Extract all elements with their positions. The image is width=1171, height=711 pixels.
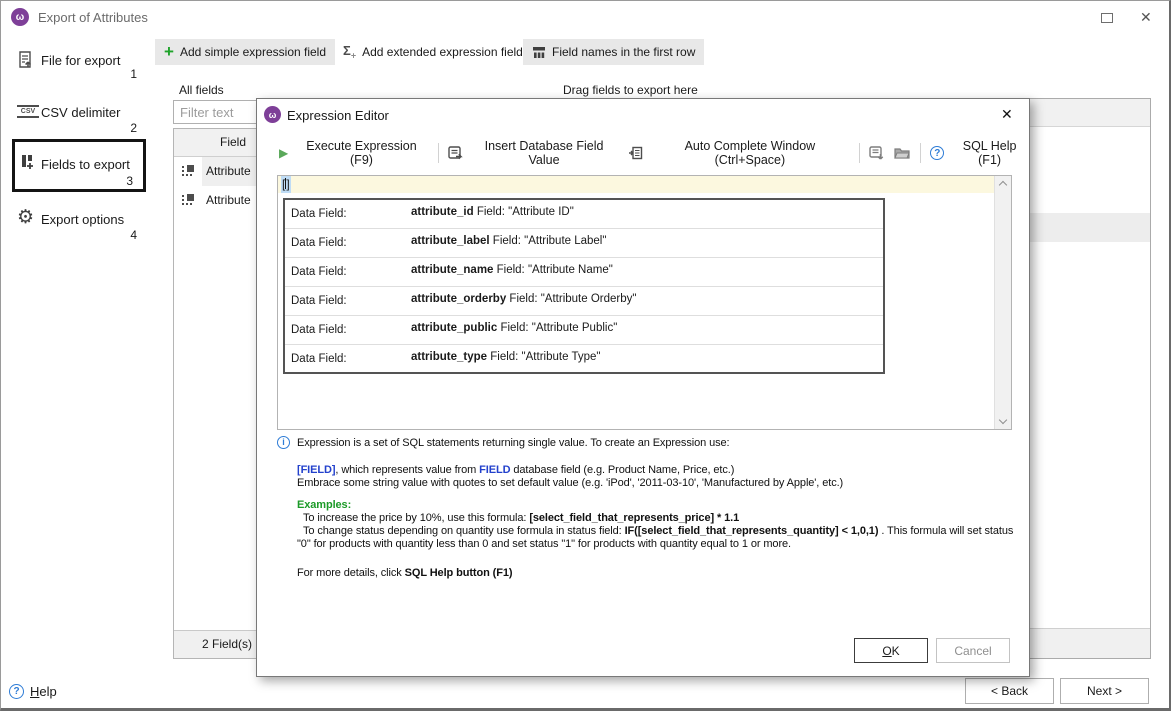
autocomplete-item-attribute-orderby[interactable]: Data Field: attribute_orderby Field: "At… bbox=[285, 287, 883, 316]
play-icon: ▶ bbox=[279, 146, 288, 160]
insert-label: Insert Database Field Value bbox=[469, 139, 620, 167]
sql-help-label: SQL Help (F1) bbox=[950, 139, 1029, 167]
back-button[interactable]: < Back bbox=[965, 678, 1054, 704]
sidebar-item-export-options[interactable]: Export options bbox=[41, 212, 124, 227]
dialog-logo-icon: ω bbox=[264, 106, 281, 123]
scroll-up-icon[interactable] bbox=[999, 181, 1007, 189]
save-down-icon bbox=[869, 146, 885, 161]
item-value: attribute_id Field: "Attribute ID" bbox=[411, 206, 574, 218]
item-kind: Data Field: bbox=[291, 237, 347, 249]
export-of-attributes-window: ω Export of Attributes ✕ File for export… bbox=[0, 0, 1171, 711]
next-button[interactable]: Next > bbox=[1060, 678, 1149, 704]
auto-complete-window-button[interactable]: Auto Complete Window (Ctrl+Space) bbox=[628, 139, 850, 167]
help-question-icon: ? bbox=[9, 684, 24, 699]
csv-icon: CSV bbox=[17, 105, 39, 118]
autocomplete-item-attribute-id[interactable]: Data Field: attribute_id Field: "Attribu… bbox=[285, 200, 883, 229]
sidebar-item-file-for-export[interactable]: File for export bbox=[41, 53, 120, 68]
table-first-row-icon bbox=[532, 46, 546, 59]
toolbar-separator bbox=[859, 143, 860, 163]
item-value: attribute_name Field: "Attribute Name" bbox=[411, 264, 613, 276]
help-label: Help bbox=[30, 684, 57, 699]
sidebar-item-fields-to-export[interactable]: Fields to export bbox=[41, 157, 130, 172]
field-names-label: Field names in the first row bbox=[552, 45, 695, 59]
example-1-line: To increase the price by 10%, use this f… bbox=[297, 512, 1021, 525]
add-simple-expression-field-button[interactable]: + Add simple expression field bbox=[155, 39, 335, 65]
step-number-4: 4 bbox=[117, 228, 137, 242]
execute-expression-button[interactable]: ▶ Execute Expression (F9) bbox=[279, 139, 429, 167]
folder-open-icon bbox=[894, 146, 911, 160]
title-bar: ω Export of Attributes ✕ bbox=[1, 1, 1169, 33]
autocomplete-item-attribute-label[interactable]: Data Field: attribute_label Field: "Attr… bbox=[285, 229, 883, 258]
editor-expression-text: [] bbox=[281, 176, 291, 193]
info-icon: i bbox=[277, 436, 290, 449]
item-value: attribute_label Field: "Attribute Label" bbox=[411, 235, 606, 247]
step-number-3: 3 bbox=[113, 174, 133, 188]
gear-icon: ⚙ bbox=[17, 208, 34, 227]
item-value: attribute_type Field: "Attribute Type" bbox=[411, 351, 600, 363]
dialog-close-icon[interactable]: ✕ bbox=[1001, 106, 1013, 123]
help-link[interactable]: ? Help bbox=[9, 684, 57, 699]
auto-complete-label: Auto Complete Window (Ctrl+Space) bbox=[649, 139, 850, 167]
dialog-title: Expression Editor bbox=[287, 108, 389, 123]
item-kind: Data Field: bbox=[291, 266, 347, 278]
window-close-icon[interactable]: ✕ bbox=[1140, 9, 1152, 26]
add-extended-expression-field-button[interactable]: Σ+ Add extended expression field bbox=[334, 39, 532, 65]
autocomplete-dropdown: Data Field: attribute_id Field: "Attribu… bbox=[283, 198, 885, 374]
fields-to-export-icon bbox=[20, 154, 36, 170]
item-value: attribute_public Field: "Attribute Publi… bbox=[411, 322, 617, 334]
insert-database-field-value-button[interactable]: Insert Database Field Value bbox=[448, 139, 620, 167]
app-logo-glyph: ω bbox=[16, 12, 24, 23]
add-extended-label: Add extended expression field bbox=[362, 45, 523, 59]
cancel-button[interactable]: Cancel bbox=[936, 638, 1010, 663]
editor-vertical-scrollbar[interactable] bbox=[994, 176, 1011, 429]
expression-help-text: i Expression is a set of SQL statements … bbox=[297, 437, 1021, 580]
insert-field-icon bbox=[448, 146, 463, 160]
data-field-icon bbox=[181, 164, 195, 178]
step-number-2: 2 bbox=[117, 121, 137, 135]
ok-button[interactable]: OK bbox=[854, 638, 928, 663]
file-export-icon bbox=[18, 51, 35, 69]
sidebar-item-csv-delimiter[interactable]: CSV delimiter bbox=[41, 105, 120, 120]
sql-help-question-icon: ? bbox=[930, 146, 944, 160]
field-row-label: Attribute bbox=[206, 193, 251, 207]
item-kind: Data Field: bbox=[291, 353, 347, 365]
all-fields-label: All fields bbox=[179, 83, 224, 97]
scroll-down-icon[interactable] bbox=[999, 416, 1007, 424]
sigma-plus-icon: Σ+ bbox=[343, 43, 356, 60]
info-quotes-line: Embrace some string value with quotes to… bbox=[297, 477, 1021, 490]
item-kind: Data Field: bbox=[291, 324, 347, 336]
examples-heading: Examples: bbox=[297, 499, 1021, 512]
maximize-button[interactable] bbox=[1101, 13, 1113, 23]
item-kind: Data Field: bbox=[291, 295, 347, 307]
execute-label: Execute Expression (F9) bbox=[294, 139, 429, 167]
info-intro-line: i Expression is a set of SQL statements … bbox=[297, 437, 1021, 450]
auto-complete-icon bbox=[628, 146, 643, 160]
autocomplete-item-attribute-type[interactable]: Data Field: attribute_type Field: "Attri… bbox=[285, 345, 883, 374]
field-names-first-row-toggle[interactable]: Field names in the first row bbox=[523, 39, 704, 65]
expression-editor-dialog: ω Expression Editor ✕ ▶ Execute Expressi… bbox=[256, 98, 1030, 677]
app-logo-icon: ω bbox=[11, 8, 29, 26]
toolbar-separator bbox=[438, 143, 439, 163]
data-field-icon bbox=[181, 193, 195, 207]
step-number-1: 1 bbox=[117, 67, 137, 81]
plus-icon: + bbox=[164, 44, 174, 60]
toolbar-separator bbox=[920, 143, 921, 163]
save-expression-icon-button[interactable] bbox=[869, 146, 885, 161]
window-title: Export of Attributes bbox=[38, 10, 148, 25]
sql-help-button[interactable]: ? SQL Help (F1) bbox=[930, 139, 1029, 167]
autocomplete-item-attribute-name[interactable]: Data Field: attribute_name Field: "Attri… bbox=[285, 258, 883, 287]
open-expression-icon-button[interactable] bbox=[894, 146, 911, 160]
dialog-toolbar: ▶ Execute Expression (F9) Insert Databas… bbox=[279, 139, 1029, 167]
drag-fields-label: Drag fields to export here bbox=[563, 83, 698, 97]
more-details-line: For more details, click SQL Help button … bbox=[297, 567, 1021, 580]
field-row-label: Attribute bbox=[206, 164, 251, 178]
info-field-line: [FIELD], which represents value from FIE… bbox=[297, 464, 1021, 477]
editor-current-line: [] bbox=[278, 176, 994, 193]
add-simple-label: Add simple expression field bbox=[180, 45, 326, 59]
autocomplete-item-attribute-public[interactable]: Data Field: attribute_public Field: "Att… bbox=[285, 316, 883, 345]
field-count-label: 2 Field(s) bbox=[174, 637, 252, 651]
example-2-line: To change status depending on quantity u… bbox=[297, 525, 1021, 551]
item-value: attribute_orderby Field: "Attribute Orde… bbox=[411, 293, 636, 305]
item-kind: Data Field: bbox=[291, 208, 347, 220]
